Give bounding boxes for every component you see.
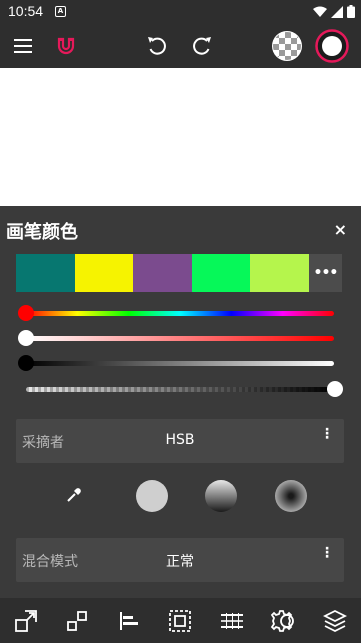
swatch-3[interactable]	[133, 254, 192, 292]
select-crop-icon[interactable]	[167, 608, 193, 634]
layers-icon[interactable]	[322, 608, 348, 634]
brush-gradient-radial[interactable]	[275, 480, 307, 512]
picker-dropdown[interactable]: 采摘者 HSB ⋮	[16, 419, 344, 463]
redo-icon[interactable]	[188, 24, 216, 68]
swatch-2[interactable]	[74, 254, 134, 292]
align-left-icon[interactable]	[116, 608, 142, 634]
picker-menu-icon[interactable]: ⋮	[320, 427, 334, 441]
picker-value: HSB	[165, 432, 195, 448]
saturation-slider[interactable]	[18, 330, 334, 346]
brightness-slider[interactable]	[18, 355, 334, 371]
resize-icon[interactable]	[13, 608, 39, 634]
opacity-slider[interactable]	[26, 381, 343, 397]
checker-pattern-icon[interactable]	[270, 24, 304, 68]
color-swatches: •••	[16, 254, 344, 292]
bottom-toolbar	[0, 598, 361, 643]
hue-slider[interactable]	[18, 305, 334, 321]
hue-knob[interactable]	[18, 305, 34, 321]
brush-type-row	[0, 478, 361, 516]
brush-gradient-linear[interactable]	[205, 480, 237, 512]
undo-icon[interactable]	[143, 24, 171, 68]
wifi-icon	[313, 6, 327, 17]
blend-mode-dropdown[interactable]: 混合模式 正常 ⋮	[16, 538, 344, 582]
brightness-knob[interactable]	[18, 355, 34, 371]
blend-menu-icon[interactable]: ⋮	[320, 546, 334, 560]
status-bar: 10:54 A	[0, 0, 361, 24]
battery-icon	[347, 5, 355, 18]
app-root: 10:54 A 画笔颜色 × ••• 采摘者 HSB ⋮ 混合模式 正常 ⋮	[0, 0, 361, 643]
transform-icon[interactable]	[64, 608, 90, 634]
magnet-icon[interactable]	[53, 24, 79, 68]
swatch-4[interactable]	[191, 254, 251, 292]
current-color-icon[interactable]	[314, 24, 350, 68]
blend-value: 正常	[166, 554, 194, 570]
panel-title: 画笔颜色	[6, 222, 78, 243]
signal-icon	[331, 5, 343, 18]
grid-icon[interactable]	[219, 608, 245, 634]
eyedropper-icon[interactable]	[66, 487, 82, 507]
opacity-knob[interactable]	[327, 381, 343, 397]
brush-color-panel: 画笔颜色 × ••• 采摘者 HSB ⋮ 混合模式 正常 ⋮	[0, 206, 361, 598]
saturation-knob[interactable]	[18, 330, 34, 346]
drawing-canvas[interactable]	[0, 68, 361, 206]
swatch-1[interactable]	[16, 254, 75, 292]
gear-icon[interactable]	[270, 608, 296, 634]
notification-a-icon: A	[55, 6, 66, 17]
system-icons	[313, 5, 355, 18]
more-swatches-button[interactable]: •••	[308, 254, 342, 292]
brush-solid[interactable]	[136, 480, 168, 512]
top-toolbar	[0, 24, 361, 68]
status-time: 10:54	[8, 3, 44, 19]
close-button[interactable]: ×	[334, 220, 347, 239]
hamburger-menu-icon[interactable]	[10, 24, 36, 68]
swatch-5[interactable]	[250, 254, 309, 292]
